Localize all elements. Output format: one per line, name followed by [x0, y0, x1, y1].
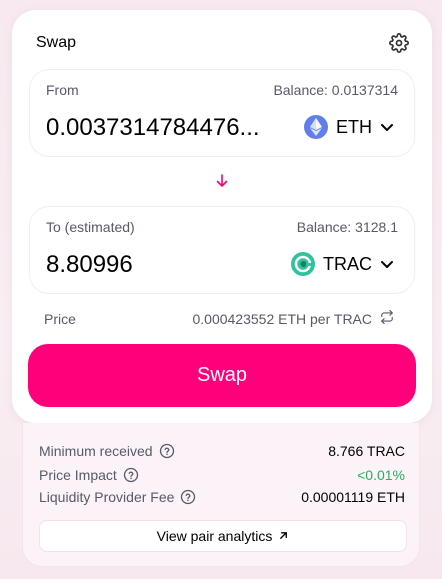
detail-row-minimum-received: Minimum received 8.766 TRAC [39, 441, 405, 461]
price-value-group: 0.000423552 ETH per TRAC [192, 310, 394, 327]
to-label: To (estimated) [46, 219, 135, 235]
price-value: 0.000423552 ETH per TRAC [192, 310, 372, 327]
switch-direction-arrow-icon[interactable] [214, 173, 230, 189]
to-amount-input[interactable]: 8.80996 [46, 251, 284, 279]
question-circle-icon[interactable] [123, 467, 139, 483]
to-token-select[interactable]: TRAC [291, 252, 394, 276]
trade-details: Minimum received 8.766 TRAC Price Impact… [22, 423, 420, 567]
detail-value: 0.00001119 ETH [301, 489, 405, 505]
detail-label: Minimum received [39, 443, 153, 459]
from-label: From [46, 82, 79, 98]
to-panel: To (estimated) Balance: 3128.1 8.80996 T… [29, 206, 415, 294]
chevron-down-icon [380, 120, 394, 134]
detail-row-price-impact: Price Impact <0.01% [39, 465, 405, 485]
chevron-down-icon [380, 257, 394, 271]
price-label: Price [44, 310, 76, 327]
view-pair-analytics-link[interactable]: View pair analytics [39, 520, 407, 552]
to-token-symbol: TRAC [323, 253, 372, 274]
from-amount-input[interactable]: 0.0037314784476... [46, 114, 284, 142]
to-panel-header: To (estimated) Balance: 3128.1 [46, 219, 398, 235]
price-row: Price 0.000423552 ETH per TRAC [44, 310, 394, 327]
trac-icon [291, 252, 315, 276]
swap-card: Swap From Balance: 0.0137314 0.003731478… [12, 10, 432, 423]
question-circle-icon[interactable] [180, 489, 196, 505]
arrow-up-right-icon [278, 528, 289, 544]
from-token-select[interactable]: ETH [304, 115, 394, 139]
to-balance[interactable]: Balance: 3128.1 [297, 219, 398, 235]
from-token-symbol: ETH [336, 116, 372, 137]
detail-label: Liquidity Provider Fee [39, 489, 175, 505]
from-panel-header: From Balance: 0.0137314 [46, 82, 398, 98]
invert-price-icon[interactable] [380, 310, 394, 327]
page-title: Swap [36, 34, 77, 51]
ethereum-icon [304, 115, 328, 139]
analytics-label: View pair analytics [156, 528, 273, 544]
detail-row-liquidity-fee: Liquidity Provider Fee 0.00001119 ETH [39, 487, 405, 507]
detail-value: <0.01% [357, 467, 405, 483]
detail-value: 8.766 TRAC [328, 443, 405, 459]
from-panel: From Balance: 0.0137314 0.0037314784476.… [29, 69, 415, 157]
swap-header: Swap [36, 32, 410, 54]
swap-button[interactable]: Swap [28, 344, 416, 407]
from-balance[interactable]: Balance: 0.0137314 [273, 82, 398, 98]
question-circle-icon[interactable] [159, 443, 175, 459]
gear-icon[interactable] [388, 32, 410, 54]
detail-label: Price Impact [39, 467, 117, 483]
